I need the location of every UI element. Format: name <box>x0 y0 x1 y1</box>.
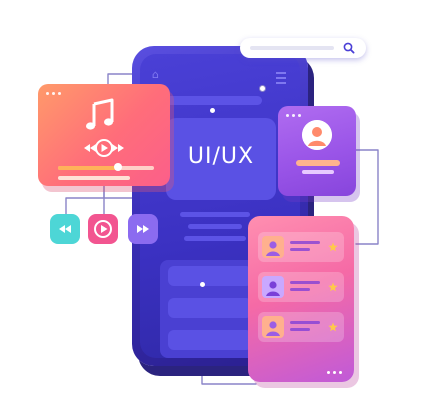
phone-text-line <box>184 236 246 241</box>
previous-icon[interactable] <box>84 144 90 152</box>
user-avatar-icon[interactable] <box>302 120 332 150</box>
illustration-canvas: ⌂ UI/UX <box>0 0 436 412</box>
search-icon[interactable] <box>342 41 356 55</box>
rewind-button[interactable] <box>50 214 80 244</box>
rewind-icon <box>59 225 71 233</box>
music-progress-knob[interactable] <box>113 163 122 171</box>
connector-dot <box>200 282 205 287</box>
search-bar[interactable] <box>240 38 366 58</box>
star-icon[interactable] <box>328 322 338 332</box>
uiux-hero-card: UI/UX <box>166 118 276 200</box>
profile-name-bar <box>296 160 340 166</box>
phone-content-block[interactable] <box>168 266 252 286</box>
star-icon[interactable] <box>328 242 338 252</box>
menu-icon[interactable] <box>276 72 286 84</box>
music-progress-bar[interactable] <box>58 163 154 171</box>
user-list-card <box>248 216 354 382</box>
music-caption-bar <box>58 176 130 180</box>
user-avatar-icon <box>262 276 284 298</box>
fast-forward-icon <box>137 225 149 233</box>
window-dots <box>286 114 301 117</box>
uiux-label: UI/UX <box>187 144 255 169</box>
star-icon[interactable] <box>328 282 338 292</box>
user-avatar-icon <box>262 236 284 258</box>
play-button[interactable] <box>88 214 118 244</box>
phone-text-line <box>188 224 242 229</box>
search-input[interactable] <box>250 46 334 50</box>
home-icon[interactable]: ⌂ <box>152 69 164 80</box>
user-avatar-icon <box>262 316 284 338</box>
list-item[interactable] <box>258 272 344 302</box>
phone-content-block[interactable] <box>168 298 252 318</box>
phone-content-block[interactable] <box>168 330 252 350</box>
music-progress-fill <box>58 166 118 170</box>
pager-dots[interactable] <box>327 371 342 374</box>
phone-text-line <box>180 212 250 217</box>
window-dots <box>46 92 61 95</box>
list-item[interactable] <box>258 232 344 262</box>
connector-dot <box>210 108 215 113</box>
list-item[interactable] <box>258 312 344 342</box>
fast-forward-button[interactable] <box>128 214 158 244</box>
profile-card <box>278 106 356 196</box>
play-icon <box>94 220 112 238</box>
music-note-icon <box>86 98 114 130</box>
music-player-card <box>38 84 170 186</box>
profile-subtitle-bar <box>302 170 334 174</box>
connector-dot <box>260 86 265 91</box>
next-icon[interactable] <box>118 144 124 152</box>
music-controls <box>84 139 124 157</box>
